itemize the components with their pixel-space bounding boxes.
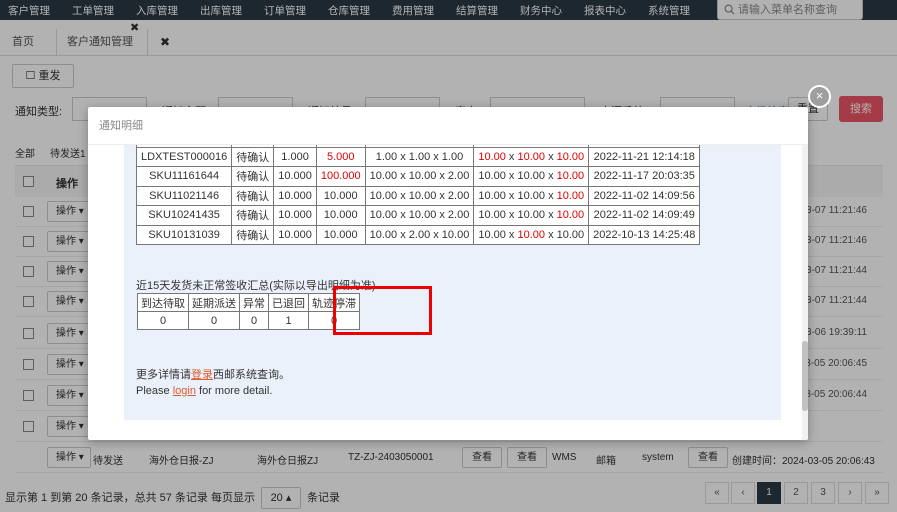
dim-length: 10.00	[478, 228, 506, 241]
sku-dimensions: 1.00 x 1.00 x 1.00	[364, 146, 475, 167]
modal-body: SKU09021992待确认10.00010.00010.00 x 10.00 …	[88, 145, 808, 440]
modal-close-icon[interactable]: ×	[808, 85, 831, 108]
dim-length: 10.00	[478, 209, 506, 222]
summary-value: 0	[137, 311, 189, 330]
dim-width: 10.00	[517, 228, 546, 241]
sku-measured-dimensions: 10.00 x 10.00 x 10.00	[473, 205, 590, 226]
dim-length: 10.00	[478, 150, 506, 163]
sku-code: SKU10131039	[135, 224, 233, 245]
sku-qty: 10.000	[273, 166, 317, 187]
sku-table: SKU09021992待确认10.00010.00010.00 x 10.00 …	[135, 145, 701, 245]
sku-status: 待确认	[231, 146, 275, 167]
sku-time: 2022-11-21 12:14:18	[588, 146, 701, 167]
sku-time: 2022-11-02 14:09:49	[588, 205, 701, 226]
highlight-annotation	[333, 286, 432, 335]
notice-detail-modal: 通知明细 SKU09021992待确认10.00010.00010.00 x 1…	[88, 107, 808, 440]
dim-separator: x	[545, 189, 557, 202]
sku-code: SKU10241435	[135, 205, 233, 226]
scrollbar-thumb[interactable]	[802, 341, 808, 411]
dim-separator: x	[505, 170, 518, 183]
sku-status: 待确认	[231, 166, 275, 187]
dim-separator: x	[505, 189, 518, 202]
sku-code: SKU11021146	[135, 185, 233, 206]
summary-header: 已退回	[268, 293, 309, 312]
sku-row: SKU10241435 待确认 10.000 10.000 10.00 x 10.00 …	[135, 205, 701, 226]
summary-header: 到达待取	[137, 293, 189, 312]
more-detail-cn: 更多详情请登录西邮系统查询。	[136, 366, 290, 382]
summary-table: 到达待取 延期派送 异常 已退回 轨迹停滞 0 0 0 1 0	[137, 293, 360, 330]
sku-time: 2022-11-17 20:03:35	[588, 166, 701, 187]
sku-measured-dimensions: 10.00 x 10.00 x 10.00	[473, 146, 590, 167]
sku-dimensions: 10.00 x 2.00 x 10.00	[364, 224, 475, 245]
sku-measured-dimensions: 10.00 x 10.00 x 10.00	[473, 185, 590, 206]
sku-measured-dimensions: 10.00 x 10.00 x 10.00	[473, 166, 590, 187]
sku-time: 2022-11-02 14:09:56	[588, 185, 701, 206]
dim-height: 10.00	[556, 209, 585, 222]
login-link-cn[interactable]: 登录	[191, 369, 213, 381]
dim-separator: x	[545, 170, 557, 183]
dim-height: 10.00	[556, 228, 585, 241]
more-en-suffix: for more detail.	[195, 385, 273, 397]
more-detail-en: Please login for more detail.	[136, 385, 272, 397]
sku-qty-actual: 5.000	[315, 146, 366, 167]
more-cn-suffix: 西邮系统查询。	[213, 369, 290, 381]
sku-measured-dimensions: 10.00 x 10.00 x 10.00	[473, 224, 590, 245]
dim-height: 10.00	[556, 170, 585, 183]
sku-qty: 1.000	[273, 146, 317, 167]
sku-status: 待确认	[231, 185, 275, 206]
sku-row: SKU11021146 待确认 10.000 10.000 10.00 x 10.00 …	[135, 185, 701, 206]
dim-separator: x	[505, 228, 518, 241]
sku-time: 2022-10-13 14:25:48	[588, 224, 701, 245]
dim-separator: x	[505, 209, 518, 222]
login-link-en[interactable]: login	[173, 385, 196, 397]
dim-separator: x	[545, 209, 557, 222]
sku-qty-actual: 100.000	[315, 166, 366, 187]
modal-title: 通知明细	[88, 107, 808, 145]
sku-dimensions: 10.00 x 10.00 x 2.00	[364, 185, 475, 206]
sku-status: 待确认	[231, 205, 275, 226]
sku-qty: 10.000	[273, 224, 317, 245]
dim-width: 10.00	[517, 209, 546, 222]
summary-header: 延期派送	[188, 293, 240, 312]
sku-row: SKU11161644 待确认 10.000 100.000 10.00 x 10.00…	[135, 166, 701, 187]
dim-separator: x	[505, 150, 518, 163]
dim-width: 10.00	[517, 189, 546, 202]
dim-height: 10.00	[556, 150, 585, 163]
sku-dimensions: 10.00 x 10.00 x 2.00	[364, 166, 475, 187]
summary-value: 0	[188, 311, 240, 330]
dim-separator: x	[545, 150, 557, 163]
summary-value: 1	[268, 311, 309, 330]
more-cn-prefix: 更多详情请	[136, 369, 191, 381]
summary-value: 0	[239, 311, 269, 330]
sku-qty-actual: 10.000	[315, 224, 366, 245]
sku-qty: 10.000	[273, 205, 317, 226]
sku-dimensions: 10.00 x 10.00 x 2.00	[364, 205, 475, 226]
sku-row: LDXTEST000016 待确认 1.000 5.000 1.00 x 1.00 x …	[135, 146, 701, 167]
sku-qty-actual: 10.000	[315, 185, 366, 206]
dim-length: 10.00	[478, 189, 506, 202]
dim-length: 10.00	[478, 170, 506, 183]
modal-scrollbar[interactable]	[802, 145, 808, 440]
sku-code: SKU11161644	[135, 166, 233, 187]
dim-width: 10.00	[517, 170, 546, 183]
sku-code: LDXTEST000016	[135, 146, 233, 167]
notice-content: SKU09021992待确认10.00010.00010.00 x 10.00 …	[124, 145, 781, 420]
sku-row: SKU10131039 待确认 10.000 10.000 10.00 x 2.00 x…	[135, 224, 701, 245]
sku-status: 待确认	[231, 224, 275, 245]
summary-header: 异常	[239, 293, 269, 312]
sku-qty: 10.000	[273, 185, 317, 206]
sku-qty-actual: 10.000	[315, 205, 366, 226]
dim-width: 10.00	[517, 150, 546, 163]
more-en-prefix: Please	[136, 385, 173, 397]
dim-separator: x	[545, 228, 557, 241]
dim-height: 10.00	[556, 189, 585, 202]
